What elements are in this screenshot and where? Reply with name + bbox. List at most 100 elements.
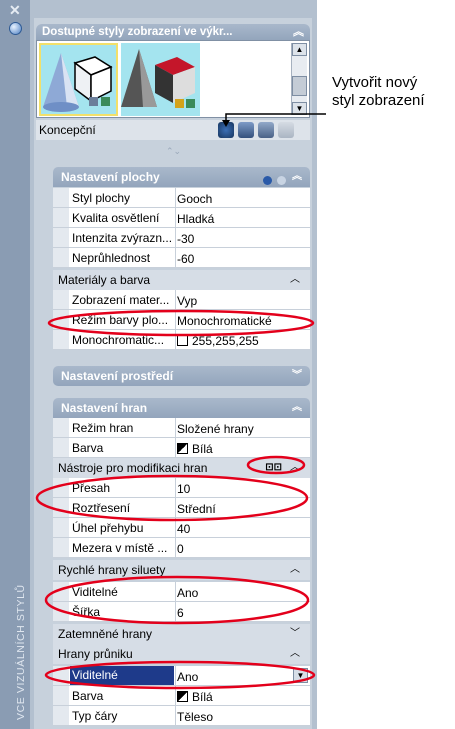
property-value[interactable]: Ano: [177, 670, 198, 684]
expand-icon[interactable]: ︾: [292, 366, 302, 386]
scroll-up-button[interactable]: ▲: [292, 43, 307, 56]
property-row[interactable]: Mezera v místě ... 0: [53, 538, 310, 558]
property-value[interactable]: Bílá: [177, 442, 213, 456]
property-row[interactable]: Viditelné Ano: [53, 582, 310, 602]
property-row[interactable]: Monochromatic... 255,255,255: [53, 330, 310, 350]
group-obscured-edges[interactable]: Zatemněné hrany ﹀: [53, 624, 310, 644]
gallery-header[interactable]: Dostupné styly zobrazení ve výkr... ︽: [36, 24, 310, 40]
property-value[interactable]: 6: [177, 606, 184, 620]
color-value: 255,255,255: [192, 334, 259, 348]
property-value[interactable]: 0: [177, 542, 184, 556]
export-style-icon[interactable]: [258, 122, 274, 138]
group-silhouette-edges[interactable]: Rychlé hrany siluety ︿: [53, 560, 310, 580]
collapse-icon[interactable]: ︿: [290, 644, 300, 664]
property-value[interactable]: -60: [177, 252, 194, 266]
property-label: Zobrazení mater...: [72, 293, 170, 307]
group-intersection-edges[interactable]: Hrany průniku ︿: [53, 644, 310, 664]
property-row[interactable]: Šířka 6: [53, 602, 310, 622]
gallery-title: Dostupné styly zobrazení ve výkr...: [42, 26, 233, 38]
callout-label: Vytvořit nový styl zobrazení: [332, 74, 425, 110]
property-row[interactable]: Typ čáry Těleso: [53, 706, 310, 726]
current-style-name: Koncepční: [39, 123, 96, 137]
group-title: Hrany průniku: [58, 647, 133, 661]
property-row[interactable]: Intenzita zvýrazn... -30: [53, 228, 310, 248]
close-icon[interactable]: ✕: [9, 2, 21, 19]
property-value[interactable]: Monochromatické: [177, 314, 272, 328]
create-new-style-icon[interactable]: [218, 122, 234, 138]
section-face-settings[interactable]: Nastavení plochy ︽: [53, 167, 310, 187]
property-row[interactable]: Roztřesení Střední: [53, 498, 310, 518]
property-row[interactable]: Režim hran Složené hrany: [53, 418, 310, 438]
section-environment-settings[interactable]: Nastavení prostředí ︾: [53, 366, 310, 386]
property-value[interactable]: 40: [177, 522, 190, 536]
color-swatch-icon: [177, 443, 188, 454]
property-label: Šířka: [72, 605, 101, 619]
property-label: Mezera v místě ...: [72, 541, 168, 555]
gallery-scrollbar[interactable]: ▲ ▼: [291, 43, 307, 115]
property-row[interactable]: Neprůhlednost -60: [53, 248, 310, 268]
scroll-down-button[interactable]: ▼: [292, 102, 307, 115]
section-title: Nastavení prostředí: [61, 369, 174, 383]
collapse-icon[interactable]: ︿: [290, 458, 300, 478]
property-label: Viditelné: [72, 585, 118, 599]
property-value[interactable]: Složené hrany: [177, 422, 254, 436]
property-value[interactable]: Ano: [177, 586, 198, 600]
property-label: Přesah: [72, 481, 111, 495]
opacity-icon[interactable]: [277, 176, 286, 185]
property-value[interactable]: 10: [177, 482, 190, 496]
property-value[interactable]: 255,255,255: [177, 334, 259, 348]
property-value[interactable]: -30: [177, 232, 194, 246]
property-row[interactable]: Režim barvy plo... Monochromatické: [53, 310, 310, 330]
collapse-icon[interactable]: ︿: [290, 560, 300, 580]
property-label: Typ čáry: [72, 709, 118, 723]
callout-line-2: styl zobrazení: [332, 92, 425, 109]
property-label: Úhel přehybu: [72, 521, 144, 535]
dropdown-arrow-icon[interactable]: ▼: [293, 668, 308, 683]
property-row[interactable]: Přesah 10: [53, 478, 310, 498]
property-value[interactable]: Gooch: [177, 192, 212, 206]
collapse-icon[interactable]: ︽: [293, 24, 304, 40]
collapse-icon[interactable]: ︽: [292, 398, 302, 418]
property-value[interactable]: Střední: [177, 502, 216, 516]
property-row[interactable]: Zobrazení mater... Vyp: [53, 290, 310, 310]
properties-icon[interactable]: [9, 22, 22, 35]
property-value[interactable]: Bílá: [177, 690, 213, 704]
group-title: Nástroje pro modifikaci hran: [58, 461, 208, 475]
edge-modifier-toggle-icon[interactable]: ⊡⊡: [265, 458, 282, 478]
property-row[interactable]: Barva Bílá: [53, 686, 310, 706]
property-row[interactable]: Styl plochy Gooch: [53, 188, 310, 208]
collapse-icon[interactable]: ︿: [290, 270, 300, 290]
color-swatch-icon: [177, 335, 188, 346]
property-row[interactable]: Úhel přehybu 40: [53, 518, 310, 538]
property-row-selected[interactable]: Viditelné Ano ▼: [53, 666, 310, 686]
property-label: Barva: [72, 441, 104, 455]
color-value: Bílá: [192, 690, 213, 704]
property-label: Režim barvy plo...: [72, 313, 169, 327]
scroll-thumb[interactable]: [292, 76, 307, 96]
splitter-grip-icon[interactable]: ⌃⌄: [166, 146, 181, 157]
collapse-icon[interactable]: ︽: [292, 167, 302, 187]
property-value[interactable]: Hladká: [177, 212, 214, 226]
apply-style-icon[interactable]: [238, 122, 254, 138]
delete-style-icon[interactable]: [278, 122, 294, 138]
property-value[interactable]: Vyp: [177, 294, 197, 308]
cone-cube-icon: [41, 45, 116, 114]
style-thumbnail-realistic[interactable]: [121, 43, 200, 116]
group-materials-color[interactable]: Materiály a barva ︿: [53, 270, 310, 290]
style-thumbnail-conceptual[interactable]: [39, 43, 118, 116]
section-edge-settings[interactable]: Nastavení hran ︽: [53, 398, 310, 418]
expand-icon[interactable]: ﹀: [290, 624, 300, 644]
property-row[interactable]: Kvalita osvětlení Hladká: [53, 208, 310, 228]
group-title: Zatemněné hrany: [58, 627, 153, 641]
property-value[interactable]: Těleso: [177, 710, 213, 724]
property-label: Monochromatic...: [72, 333, 165, 347]
section-title: Nastavení plochy: [61, 170, 160, 184]
property-row[interactable]: Barva Bílá: [53, 438, 310, 458]
palette-title: VCE VIZUÁLNÍCH STYLŮ: [15, 584, 27, 720]
highlight-icon[interactable]: [262, 176, 272, 185]
property-label: Roztřesení: [72, 501, 131, 515]
group-edge-modifiers[interactable]: Nástroje pro modifikaci hran ⊡⊡ ︿: [53, 458, 310, 478]
property-label: Neprůhlednost: [72, 251, 151, 265]
property-label: Viditelné: [70, 666, 174, 685]
palette-title-bar[interactable]: ✕ VCE VIZUÁLNÍCH STYLŮ: [0, 0, 30, 729]
